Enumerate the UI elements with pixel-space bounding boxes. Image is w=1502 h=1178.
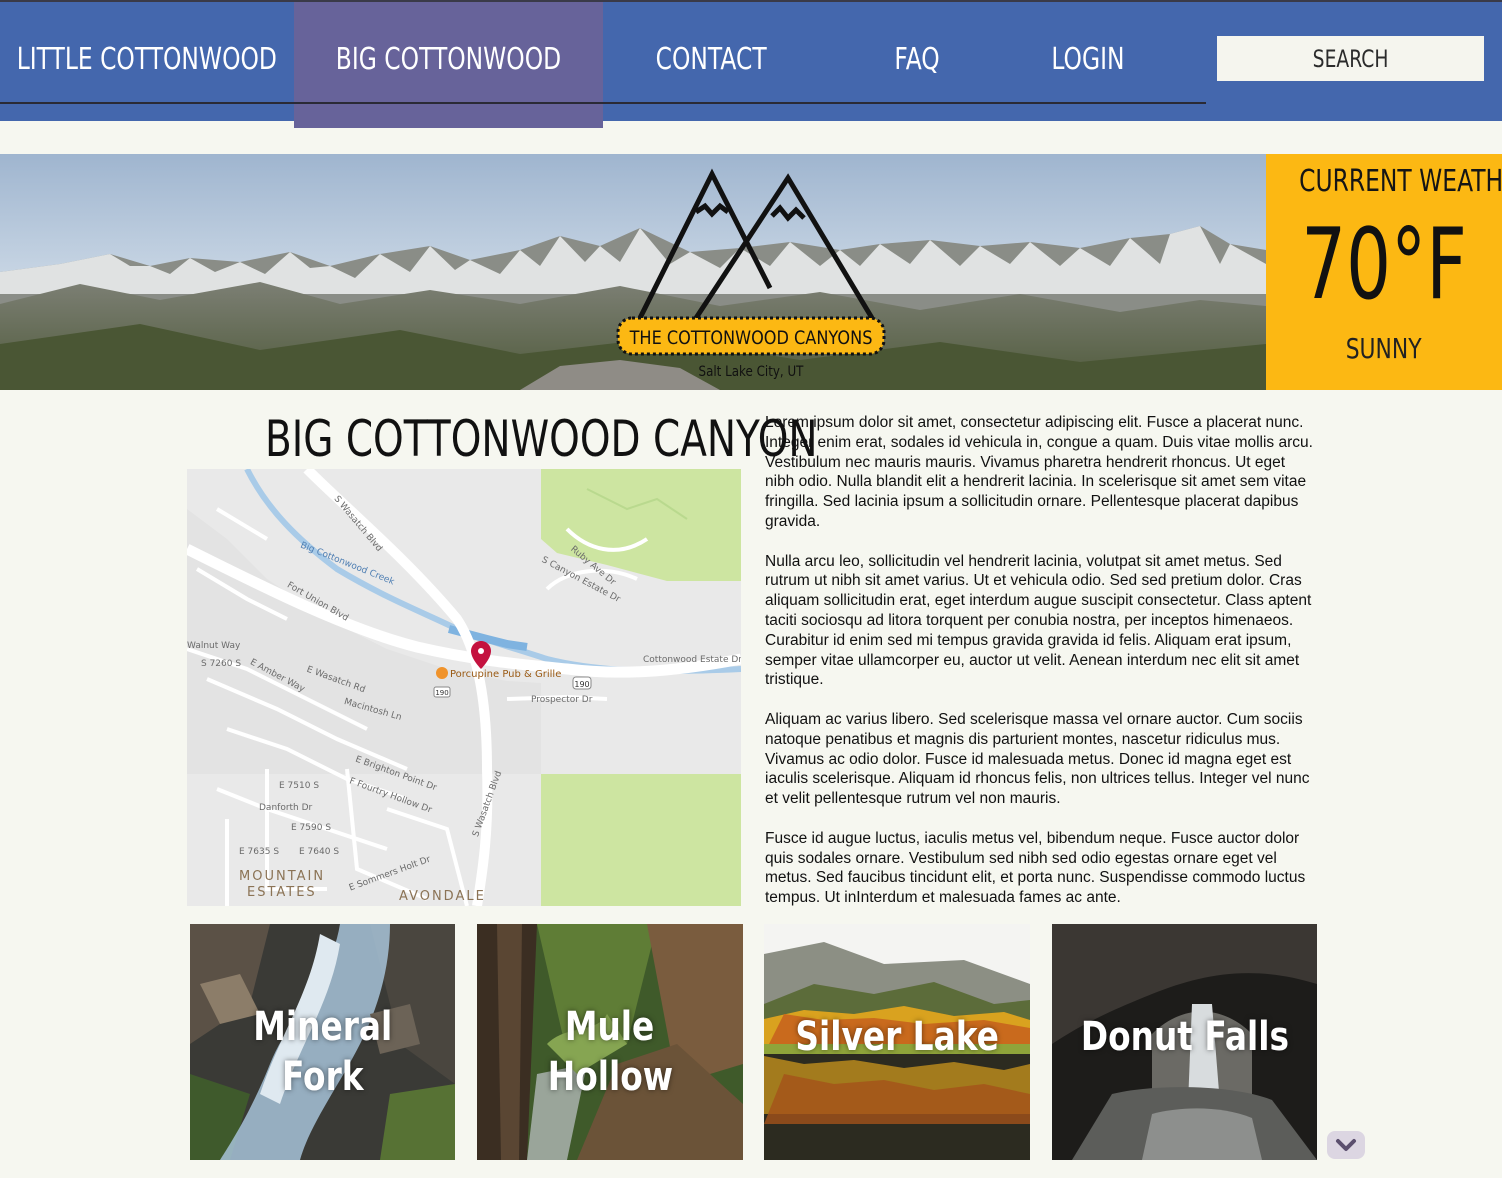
nav-item-label: FAQ — [894, 42, 940, 77]
weather-temperature: 70°F — [1301, 208, 1467, 322]
nav-item-label: CONTACT — [655, 42, 767, 77]
card-title: Mineral — [253, 1004, 393, 1050]
nav-divider — [0, 102, 1206, 104]
nav-item-faq[interactable]: FAQ — [819, 2, 1015, 123]
map-poi-label: Porcupine Pub & Grille — [450, 669, 561, 680]
nav-item-contact[interactable]: CONTACT — [603, 2, 819, 123]
card-title: Hollow — [547, 1054, 673, 1100]
hero-banner: THE COTTONWOOD CANYONS Salt Lake City, U… — [0, 154, 1266, 390]
map-graphic: Porcupine Pub & Grille 190 190 — [187, 469, 741, 906]
weather-widget: CURRENT WEATHER 70°F SUNNY — [1266, 154, 1502, 390]
card-silver-lake[interactable]: Silver Lake — [764, 924, 1030, 1160]
cottonwood-logo: THE COTTONWOOD CANYONS Salt Lake City, U… — [616, 168, 886, 380]
map-place-label: MOUNTAIN — [239, 869, 326, 884]
search-input[interactable]: SEARCH — [1217, 36, 1484, 81]
weather-title: CURRENT WEATHER — [1299, 164, 1502, 199]
nav-item-login[interactable]: LOGIN — [1015, 2, 1161, 123]
paragraph: Nulla arcu leo, sollicitudin vel hendrer… — [765, 552, 1312, 689]
nav-item-big-cottonwood[interactable]: BIG COTTONWOOD — [294, 2, 603, 128]
paragraph: Aliquam ac varius libero. Sed scelerisqu… — [765, 710, 1310, 808]
paragraph: Fusce id augue luctus, iaculis metus vel… — [765, 829, 1306, 907]
page-title: BIG COTTONWOOD CANYON — [264, 410, 818, 468]
map-route-label: 190 — [574, 680, 589, 689]
map-place-label: ESTATES — [247, 885, 317, 900]
card-mineral-fork[interactable]: Mineral Fork — [190, 924, 455, 1160]
nav-item-label: BIG COTTONWOOD — [335, 42, 562, 77]
weather-condition: SUNNY — [1346, 332, 1422, 365]
paragraph: Lorem ipsum dolor sit amet, consectetur … — [765, 414, 1313, 530]
canyon-description: Lorem ipsum dolor sit amet, consectetur … — [765, 413, 1315, 928]
nav-item-label: LITTLE COTTONWOOD — [16, 42, 278, 77]
card-title: Fork — [282, 1054, 364, 1100]
top-nav: LITTLE COTTONWOOD BIG COTTONWOOD CONTACT… — [0, 0, 1502, 128]
chevron-down-icon — [1336, 1139, 1356, 1151]
search-placeholder: SEARCH — [1312, 44, 1389, 73]
card-donut-falls[interactable]: Donut Falls — [1052, 924, 1317, 1160]
scroll-down-button[interactable] — [1327, 1131, 1365, 1159]
nav-item-label: LOGIN — [1051, 42, 1125, 77]
svg-text:190: 190 — [435, 689, 448, 697]
canyon-map[interactable]: Porcupine Pub & Grille 190 190 Big Cotto… — [187, 469, 741, 906]
logo-location: Salt Lake City, UT — [699, 364, 804, 380]
card-title: Silver Lake — [795, 1014, 999, 1060]
card-title: Mule — [565, 1004, 655, 1050]
card-mule-hollow[interactable]: Mule Hollow — [477, 924, 743, 1160]
nav-item-little-cottonwood[interactable]: LITTLE COTTONWOOD — [0, 2, 294, 123]
card-title: Donut Falls — [1080, 1014, 1290, 1060]
logo-name: THE COTTONWOOD CANYONS — [629, 328, 873, 350]
map-place-label: AVONDALE — [399, 889, 486, 904]
